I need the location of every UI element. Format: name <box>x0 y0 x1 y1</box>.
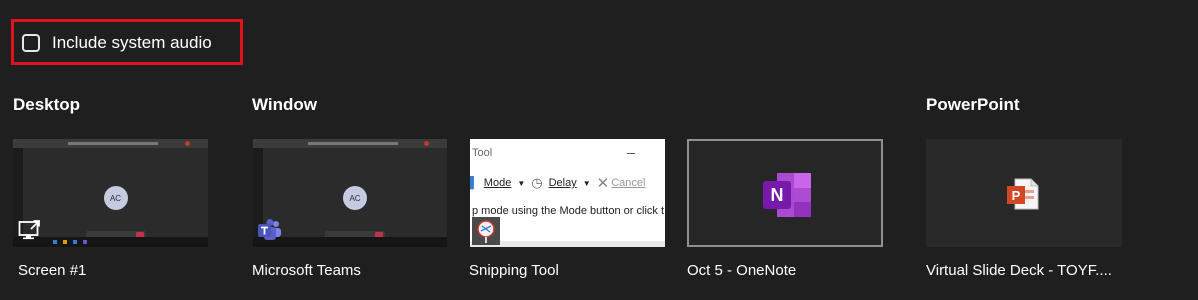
virtual-slide-deck-caption: Virtual Slide Deck - TOYF.... <box>926 262 1112 279</box>
thumbnail-stage: AC <box>263 148 447 240</box>
avatar: AC <box>103 186 128 210</box>
snipping-tool-title: Tool <box>472 147 493 159</box>
avatar: AC <box>343 186 367 210</box>
powerpoint-letter: P <box>1012 188 1021 203</box>
dropdown-icon: ▼ <box>582 178 591 188</box>
include-system-audio-label: Include system audio <box>52 33 212 52</box>
snipping-tool-caption: Snipping Tool <box>469 262 559 279</box>
include-system-audio-checkbox[interactable]: Include system audio <box>22 31 212 55</box>
snipping-tool-icon <box>471 216 501 246</box>
thumbnail-titlebar <box>13 139 208 148</box>
onenote-letter: N <box>771 185 784 205</box>
mode-label: Mode <box>483 177 512 189</box>
cancel-label: Cancel <box>611 177 646 189</box>
snip-icon: ▌ <box>470 177 478 189</box>
minimize-icon <box>627 153 635 154</box>
onenote-thumbnail[interactable]: N <box>687 139 883 247</box>
clock-icon: ◷ <box>531 175 543 190</box>
teams-icon <box>255 215 285 245</box>
microsoft-teams-thumbnail[interactable]: AC <box>253 139 447 247</box>
virtual-slide-deck-thumbnail[interactable]: P <box>926 139 1122 247</box>
dropdown-icon: ▼ <box>517 178 526 188</box>
snipping-toolbar: ▌ Mode ▼ ◷ Delay ▼ ✕ Cancel <box>470 173 665 193</box>
screen-1-thumbnail[interactable]: AC <box>13 139 208 247</box>
share-screen-icon <box>15 215 45 245</box>
thumbnail-stage: AC <box>23 148 208 240</box>
delay-label: Delay <box>548 177 577 189</box>
section-title-window: Window <box>252 95 317 114</box>
section-title-powerpoint: PowerPoint <box>926 95 1020 114</box>
thumbnail-titlebar <box>253 139 447 148</box>
section-title-desktop: Desktop <box>13 95 81 114</box>
onenote-icon: N <box>761 171 813 224</box>
snipping-tool-thumbnail[interactable]: Tool ▌ Mode ▼ ◷ Delay ▼ ✕ Cancel p mode … <box>470 139 665 247</box>
checkbox-box[interactable] <box>22 34 40 52</box>
powerpoint-icon: P <box>1005 177 1041 216</box>
cancel-x-icon: ✕ <box>596 175 610 192</box>
microsoft-teams-caption: Microsoft Teams <box>252 262 361 279</box>
screen-1-caption: Screen #1 <box>18 262 87 279</box>
onenote-caption: Oct 5 - OneNote <box>687 262 797 279</box>
